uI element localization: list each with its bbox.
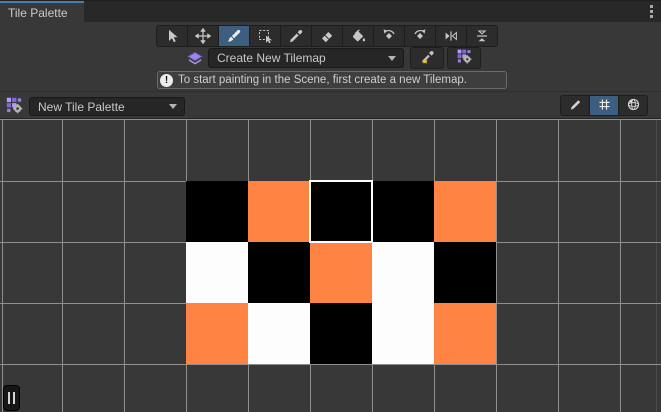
- chevron-down-icon: [388, 56, 396, 61]
- palette-tile-black[interactable]: [310, 303, 372, 364]
- grid-line: [0, 119, 661, 120]
- palette-grid-canvas[interactable]: [0, 119, 661, 412]
- grid-line: [62, 119, 63, 412]
- tool-rect-select-button[interactable]: [249, 25, 281, 47]
- tab-tile-palette[interactable]: Tile Palette: [0, 1, 84, 22]
- palette-toolbar-handle[interactable]: [3, 385, 20, 411]
- palette-view-tools: [560, 95, 648, 116]
- rotate-ccw-icon: [381, 28, 397, 44]
- brush-selection-outline: [309, 180, 373, 243]
- grid-line: [0, 364, 661, 365]
- palette-tile-white[interactable]: [186, 242, 248, 303]
- flip-horizontal-icon: [443, 28, 459, 44]
- palette-tile-white[interactable]: [248, 303, 310, 364]
- pick-brush-button[interactable]: [410, 47, 444, 69]
- palette-tile-white[interactable]: [372, 242, 434, 303]
- tool-picker-button[interactable]: [280, 25, 312, 47]
- edit-icon: [568, 97, 583, 115]
- move-icon: [195, 28, 211, 44]
- active-tilemap-dropdown[interactable]: Create New Tilemap: [208, 48, 404, 68]
- active-tilemap-value: Create New Tilemap: [209, 51, 388, 65]
- tool-flip-horizontal-button[interactable]: [435, 25, 467, 47]
- eraser-icon: [319, 28, 335, 44]
- palette-tile-orange[interactable]: [434, 303, 496, 364]
- titlebar: Tile Palette: [0, 1, 661, 22]
- warning-helpbox: ! To start painting in the Scene, first …: [157, 71, 507, 89]
- right-edge-divider: [656, 119, 657, 412]
- view-grid-button[interactable]: [589, 95, 619, 116]
- paint-tool-row: [156, 25, 498, 47]
- warning-text: To start painting in the Scene, first cr…: [178, 74, 467, 86]
- view-edit-button[interactable]: [560, 95, 590, 116]
- brush-icon: [226, 28, 242, 44]
- tab-title: Tile Palette: [8, 6, 68, 20]
- rect-select-icon: [257, 28, 273, 44]
- select-icon: [164, 28, 180, 44]
- palette-tile-orange[interactable]: [310, 242, 372, 303]
- brush-picks-button[interactable]: [447, 47, 481, 69]
- warning-icon: !: [160, 74, 173, 87]
- grid-line: [558, 119, 559, 412]
- gizmo-icon: [626, 97, 641, 115]
- tile-palette-mini-icon: [456, 48, 473, 68]
- rotate-cw-icon: [412, 28, 428, 44]
- tool-flip-vertical-button[interactable]: [466, 25, 498, 47]
- tile-palette-window: Tile Palette Create New Tilemap: [0, 0, 661, 412]
- tool-rotate-ccw-button[interactable]: [373, 25, 405, 47]
- palette-dropdown-value: New Tile Palette: [30, 100, 169, 114]
- picker-icon: [288, 28, 304, 44]
- fill-icon: [350, 28, 366, 44]
- palette-tile-orange[interactable]: [248, 181, 310, 242]
- flip-vertical-icon: [474, 28, 490, 44]
- view-gizmo-button[interactable]: [618, 95, 648, 116]
- chevron-down-icon: [169, 104, 177, 109]
- grid-line: [124, 119, 125, 412]
- grid-line: [2, 119, 3, 412]
- tool-rotate-cw-button[interactable]: [404, 25, 436, 47]
- tool-fill-button[interactable]: [342, 25, 374, 47]
- tile-palette-icon: [5, 96, 24, 120]
- palette-tile-orange[interactable]: [186, 303, 248, 364]
- palette-toolbar: New Tile Palette: [0, 91, 661, 119]
- brush-pick-group: [410, 47, 481, 69]
- tool-brush-button[interactable]: [218, 25, 250, 47]
- palette-tile-orange[interactable]: [434, 181, 496, 242]
- palette-tile-white[interactable]: [372, 303, 434, 364]
- palette-tile-black[interactable]: [248, 242, 310, 303]
- tilemap-layers-icon: [186, 50, 204, 73]
- grid-line: [496, 119, 497, 412]
- kebab-menu-icon[interactable]: [650, 5, 653, 18]
- tool-eraser-button[interactable]: [311, 25, 343, 47]
- tool-move-button[interactable]: [187, 25, 219, 47]
- eyedropper-star-icon: [419, 49, 435, 68]
- palette-tile-black[interactable]: [372, 181, 434, 242]
- grid-icon: [597, 97, 612, 115]
- palette-tile-black[interactable]: [186, 181, 248, 242]
- tool-select-button[interactable]: [156, 25, 188, 47]
- palette-tile-black[interactable]: [434, 242, 496, 303]
- palette-dropdown[interactable]: New Tile Palette: [29, 97, 185, 116]
- grid-line: [620, 119, 621, 412]
